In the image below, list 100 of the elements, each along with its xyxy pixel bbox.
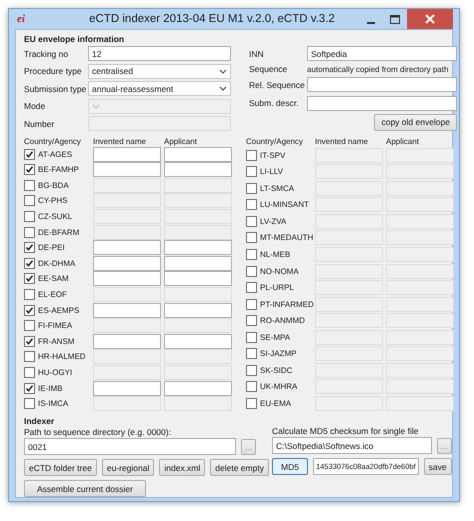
input-field[interactable] xyxy=(386,214,454,229)
checkbox[interactable] xyxy=(24,258,35,269)
input-field[interactable] xyxy=(386,296,454,312)
md5-button[interactable]: MD5 xyxy=(272,458,308,476)
input-field[interactable] xyxy=(164,224,232,240)
checkbox[interactable] xyxy=(24,210,35,222)
input-field[interactable] xyxy=(386,362,454,378)
checkbox[interactable] xyxy=(24,148,35,160)
input-field[interactable] xyxy=(307,96,457,111)
input-field[interactable] xyxy=(164,380,232,396)
input-field[interactable] xyxy=(164,271,232,286)
action-button[interactable]: eu-regional xyxy=(102,459,154,476)
checkbox[interactable] xyxy=(24,366,35,378)
input-field[interactable] xyxy=(93,286,161,302)
input-field[interactable] xyxy=(93,334,161,349)
checkbox[interactable] xyxy=(24,336,35,347)
input-field[interactable] xyxy=(386,230,454,246)
checkbox[interactable] xyxy=(246,166,257,178)
input-field[interactable] xyxy=(386,396,454,411)
input-field[interactable] xyxy=(164,146,232,162)
input-field[interactable] xyxy=(93,162,161,178)
input-field[interactable] xyxy=(164,334,232,349)
input-field[interactable] xyxy=(307,77,457,92)
checkbox[interactable] xyxy=(246,232,257,244)
input-field[interactable] xyxy=(164,178,232,193)
input-field[interactable] xyxy=(386,264,454,278)
input-field[interactable] xyxy=(93,271,161,286)
input-field[interactable] xyxy=(93,302,161,318)
save-button[interactable]: save xyxy=(424,458,452,476)
input-field[interactable] xyxy=(164,349,232,364)
input-field[interactable] xyxy=(93,364,161,380)
input-field[interactable] xyxy=(164,302,232,318)
assemble-button[interactable]: Assemble current dossier xyxy=(24,480,146,498)
input-field[interactable] xyxy=(386,180,454,196)
input-field[interactable] xyxy=(386,148,454,163)
input-field[interactable] xyxy=(93,349,161,364)
checkbox[interactable] xyxy=(24,351,35,362)
input-field[interactable] xyxy=(93,318,161,334)
input-field[interactable] xyxy=(164,364,232,380)
input-field[interactable]: 12 xyxy=(88,46,231,61)
close-icon[interactable] xyxy=(407,9,453,29)
agency-label: HU-OGYI xyxy=(38,368,72,377)
agency-label: EE-SAM xyxy=(38,274,69,284)
checkbox[interactable] xyxy=(246,332,257,343)
checkbox[interactable] xyxy=(246,398,257,409)
input-field[interactable] xyxy=(164,286,232,302)
checkbox[interactable] xyxy=(246,199,257,210)
action-button[interactable]: index.xml xyxy=(159,459,206,476)
checkbox[interactable] xyxy=(24,320,35,332)
input-field[interactable] xyxy=(164,240,232,256)
input-field[interactable] xyxy=(386,197,454,212)
action-button[interactable]: eCTD folder tree xyxy=(24,459,97,476)
checkbox[interactable] xyxy=(246,348,257,360)
input-field[interactable] xyxy=(386,346,454,362)
checkbox[interactable] xyxy=(24,164,35,176)
checkbox[interactable] xyxy=(24,273,35,284)
checkbox[interactable] xyxy=(24,398,35,410)
field-label: Procedure type xyxy=(24,66,83,76)
dropdown[interactable]: centralised xyxy=(88,64,231,78)
checkbox[interactable] xyxy=(246,298,257,310)
input-field[interactable] xyxy=(93,396,161,412)
input-field[interactable] xyxy=(386,246,454,262)
checkbox[interactable] xyxy=(246,150,257,161)
input-field[interactable] xyxy=(93,380,161,396)
action-button[interactable]: delete empty xyxy=(210,459,269,476)
input-field[interactable] xyxy=(164,318,232,334)
checkbox[interactable] xyxy=(24,242,35,254)
input-field[interactable] xyxy=(93,178,161,193)
input-field[interactable] xyxy=(386,164,454,180)
checkbox[interactable] xyxy=(246,282,257,294)
input-field[interactable] xyxy=(164,256,232,271)
dropdown[interactable]: annual-reassessment xyxy=(88,81,231,96)
checkbox[interactable] xyxy=(24,195,35,206)
checkbox[interactable] xyxy=(24,382,35,394)
checkbox[interactable] xyxy=(24,304,35,316)
checkbox[interactable] xyxy=(24,288,35,300)
checkbox[interactable] xyxy=(246,364,257,376)
input-field[interactable] xyxy=(93,224,161,240)
input-field[interactable] xyxy=(386,330,454,345)
checkbox[interactable] xyxy=(246,248,257,260)
input-field[interactable] xyxy=(164,396,232,412)
checkbox[interactable] xyxy=(24,226,35,238)
agency-label: BG-BDA xyxy=(38,180,69,190)
checkbox[interactable] xyxy=(246,381,257,392)
checkbox[interactable] xyxy=(246,315,257,326)
input-field[interactable] xyxy=(386,379,454,394)
input-field[interactable]: Softpedia xyxy=(307,46,457,62)
input-field[interactable]: 0021 xyxy=(24,438,236,456)
input-field[interactable] xyxy=(164,162,232,178)
copy-envelope-button[interactable]: copy old envelope xyxy=(374,114,457,131)
input-field[interactable] xyxy=(386,280,454,296)
input-field[interactable] xyxy=(93,240,161,256)
checkbox[interactable] xyxy=(246,182,257,194)
checkbox[interactable] xyxy=(246,216,257,227)
checkbox[interactable] xyxy=(24,180,35,191)
checkbox[interactable] xyxy=(246,266,257,276)
input-field[interactable] xyxy=(93,146,161,162)
input-field[interactable] xyxy=(93,256,161,271)
input-field[interactable]: C:\Softpedia\Softnews.ico xyxy=(272,437,432,454)
input-field[interactable] xyxy=(386,313,454,328)
